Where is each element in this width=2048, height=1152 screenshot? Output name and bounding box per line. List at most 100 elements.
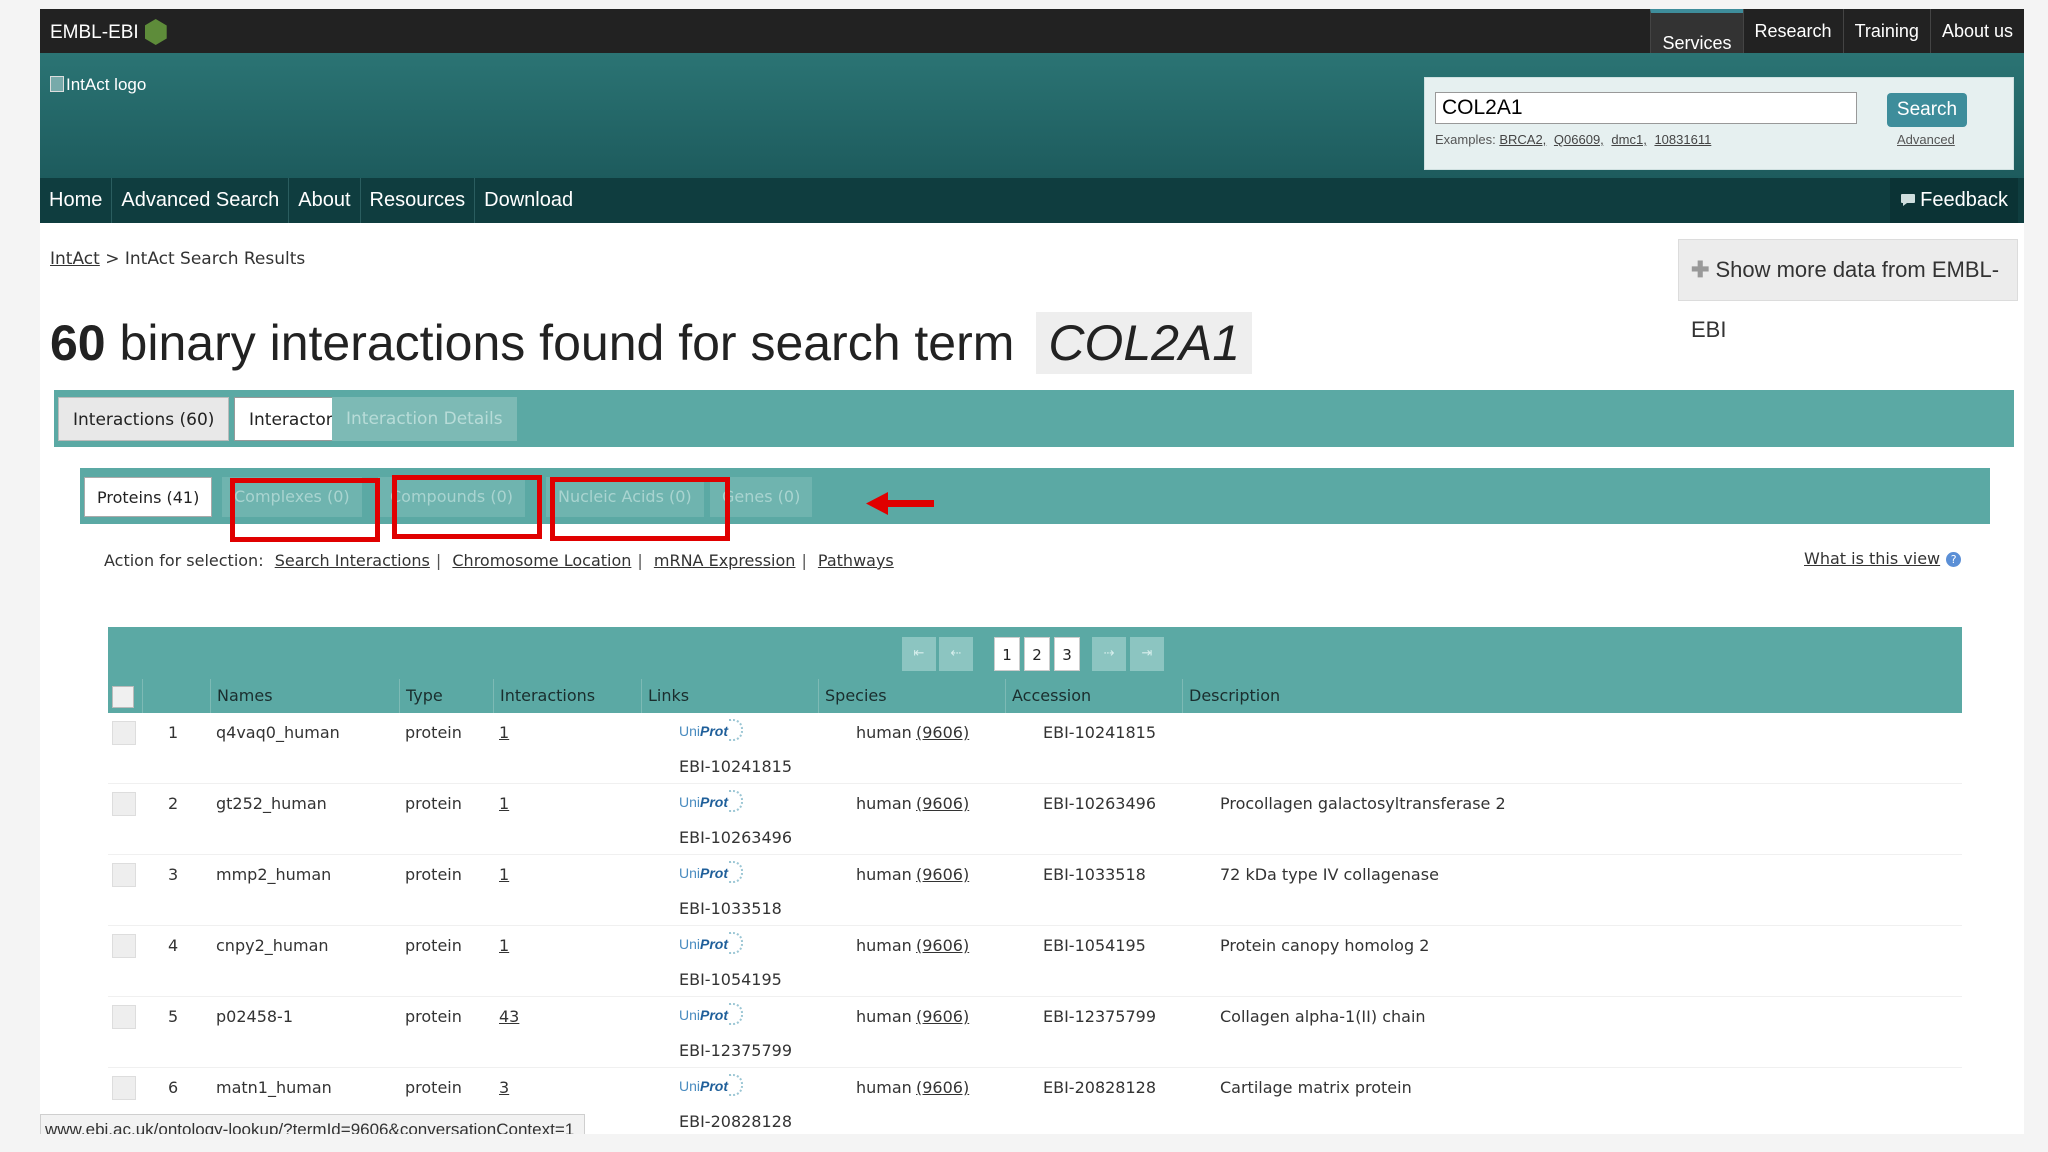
- pager-first-button[interactable]: ⇤: [902, 637, 936, 671]
- species: human: [856, 865, 912, 884]
- interactor-name: mmp2_human: [216, 865, 332, 884]
- taxid-link[interactable]: (9606): [916, 723, 969, 742]
- ebi-nav-research[interactable]: Research: [1742, 9, 1843, 53]
- interactor-name: matn1_human: [216, 1078, 332, 1097]
- header-description[interactable]: Description: [1182, 679, 1962, 713]
- show-more-ebi-button[interactable]: ✚ Show more data from EMBL-EBI: [1678, 239, 2018, 342]
- taxid-link[interactable]: (9606): [916, 865, 969, 884]
- advanced-search-link[interactable]: Advanced: [1897, 132, 1955, 147]
- uniprot-link-icon[interactable]: UniProt: [679, 1074, 744, 1096]
- uniprot-swirl-icon: [729, 719, 744, 741]
- header-interactions[interactable]: Interactions: [493, 679, 641, 713]
- uniprot-link-icon[interactable]: UniProt: [679, 719, 744, 741]
- nav-home[interactable]: Home: [40, 178, 113, 223]
- taxid-link[interactable]: (9606): [916, 1007, 969, 1026]
- search-input[interactable]: COL2A1: [1435, 92, 1857, 124]
- example-link-q06609[interactable]: Q06609,: [1554, 132, 1604, 147]
- pager-page-3[interactable]: 3: [1054, 637, 1080, 671]
- taxid-link[interactable]: (9606): [916, 1078, 969, 1097]
- header-type[interactable]: Type: [399, 679, 493, 713]
- search-button[interactable]: Search: [1887, 93, 1967, 127]
- taxid-link[interactable]: (9606): [916, 794, 969, 813]
- row-checkbox[interactable]: [112, 863, 136, 887]
- interaction-count-link[interactable]: 1: [499, 865, 509, 884]
- interaction-count-link[interactable]: 3: [499, 1078, 509, 1097]
- intact-logo[interactable]: IntAct logo: [50, 75, 146, 95]
- nav-download[interactable]: Download: [475, 178, 582, 223]
- show-more-label: Show more data from EMBL-EBI: [1691, 257, 2000, 342]
- action-pathways[interactable]: Pathways: [818, 551, 894, 570]
- row-checkbox[interactable]: [112, 721, 136, 745]
- ebi-logo[interactable]: EMBL-EBI: [50, 19, 167, 45]
- help-icon: ?: [1946, 552, 1962, 567]
- header-accession[interactable]: Accession: [1005, 679, 1182, 713]
- uniprot-swirl-icon: [729, 861, 744, 883]
- uniprot-swirl-icon: [729, 932, 744, 954]
- nav-resources[interactable]: Resources: [361, 178, 476, 223]
- broken-image-icon: [50, 76, 64, 92]
- pager-prev-button[interactable]: ⇠: [939, 637, 973, 671]
- tab-interactions[interactable]: Interactions (60): [58, 397, 230, 441]
- interactor-type: protein: [405, 936, 462, 955]
- header-species[interactable]: Species: [818, 679, 1005, 713]
- interaction-count-link[interactable]: 43: [499, 1007, 519, 1026]
- action-search-interactions[interactable]: Search Interactions: [275, 551, 430, 570]
- masthead: IntAct logo COL2A1 Search Examples: BRCA…: [40, 53, 2024, 178]
- table-header: Names Type Interactions Links Species Ac…: [108, 679, 1962, 713]
- action-mrna-expression[interactable]: mRNA Expression: [654, 551, 796, 570]
- ebi-nav-services[interactable]: Services: [1650, 9, 1743, 53]
- table-row: 4 cnpy2_human protein 1 human EBI-1054195 Prot…: [108, 926, 1962, 997]
- page: EMBL-EBI Services Research Training Abou…: [40, 9, 2024, 1134]
- example-link-brca2[interactable]: BRCA2,: [1499, 132, 1546, 147]
- pager-next-button[interactable]: ⇢: [1092, 637, 1126, 671]
- highlight-compounds: [392, 475, 542, 539]
- header-row-number: [142, 679, 166, 713]
- tab-interaction-details[interactable]: Interaction Details: [332, 397, 517, 441]
- row-checkbox[interactable]: [112, 792, 136, 816]
- example-link-dmc1[interactable]: dmc1,: [1611, 132, 1646, 147]
- taxid-link[interactable]: (9606): [916, 936, 969, 955]
- ebi-nav-training[interactable]: Training: [1842, 9, 1930, 53]
- uniprot-link-icon[interactable]: UniProt: [679, 1003, 744, 1025]
- row-checkbox[interactable]: [112, 1076, 136, 1100]
- header-names[interactable]: Names: [210, 679, 399, 713]
- interactor-name: p02458-1: [216, 1007, 294, 1026]
- ebi-nav-about-us[interactable]: About us: [1929, 9, 2024, 53]
- link-ebi-id: EBI-10263496: [679, 828, 793, 847]
- interaction-count-link[interactable]: 1: [499, 936, 509, 955]
- row-number: 5: [168, 1007, 179, 1026]
- nav-about[interactable]: About: [289, 178, 361, 223]
- pager-last-button[interactable]: ⇥: [1130, 637, 1164, 671]
- uniprot-logo-text-a: Uni: [679, 723, 701, 739]
- breadcrumb-intact[interactable]: IntAct: [50, 249, 100, 269]
- intact-logo-alt-text: IntAct logo: [66, 75, 147, 94]
- description: 72 kDa type IV collagenase: [1220, 865, 1439, 884]
- row-number: 2: [168, 794, 179, 813]
- uniprot-swirl-icon: [729, 790, 744, 812]
- interactor-type: protein: [405, 865, 462, 884]
- pager-page-2[interactable]: 2: [1024, 637, 1050, 671]
- what-is-this-view-link[interactable]: What is this view?: [1804, 549, 1962, 568]
- search-box: COL2A1 Search Examples: BRCA2, Q06609, d…: [1424, 77, 2014, 170]
- action-chromosome-location[interactable]: Chromosome Location: [452, 551, 631, 570]
- species: human: [856, 794, 912, 813]
- tab-proteins[interactable]: Proteins (41): [84, 477, 213, 517]
- pager-page-1[interactable]: 1: [994, 637, 1020, 671]
- description: Cartilage matrix protein: [1220, 1078, 1412, 1097]
- row-checkbox[interactable]: [112, 1005, 136, 1029]
- row-checkbox[interactable]: [112, 934, 136, 958]
- uniprot-link-icon[interactable]: UniProt: [679, 790, 744, 812]
- uniprot-logo-text-b: Prot: [700, 723, 729, 739]
- plus-icon: ✚: [1691, 257, 1710, 282]
- uniprot-link-icon[interactable]: UniProt: [679, 861, 744, 883]
- page-title: 60 binary interactions found for search …: [50, 312, 1253, 374]
- interaction-count-link[interactable]: 1: [499, 723, 509, 742]
- uniprot-link-icon[interactable]: UniProt: [679, 932, 744, 954]
- select-all-checkbox[interactable]: [112, 686, 134, 708]
- interaction-count-link[interactable]: 1: [499, 794, 509, 813]
- feedback-button[interactable]: Feedback: [1890, 178, 2018, 223]
- interactor-name: gt252_human: [216, 794, 327, 813]
- example-link-pubmed[interactable]: 10831611: [1654, 132, 1711, 147]
- nav-advanced-search[interactable]: Advanced Search: [112, 178, 290, 223]
- species: human: [856, 1078, 912, 1097]
